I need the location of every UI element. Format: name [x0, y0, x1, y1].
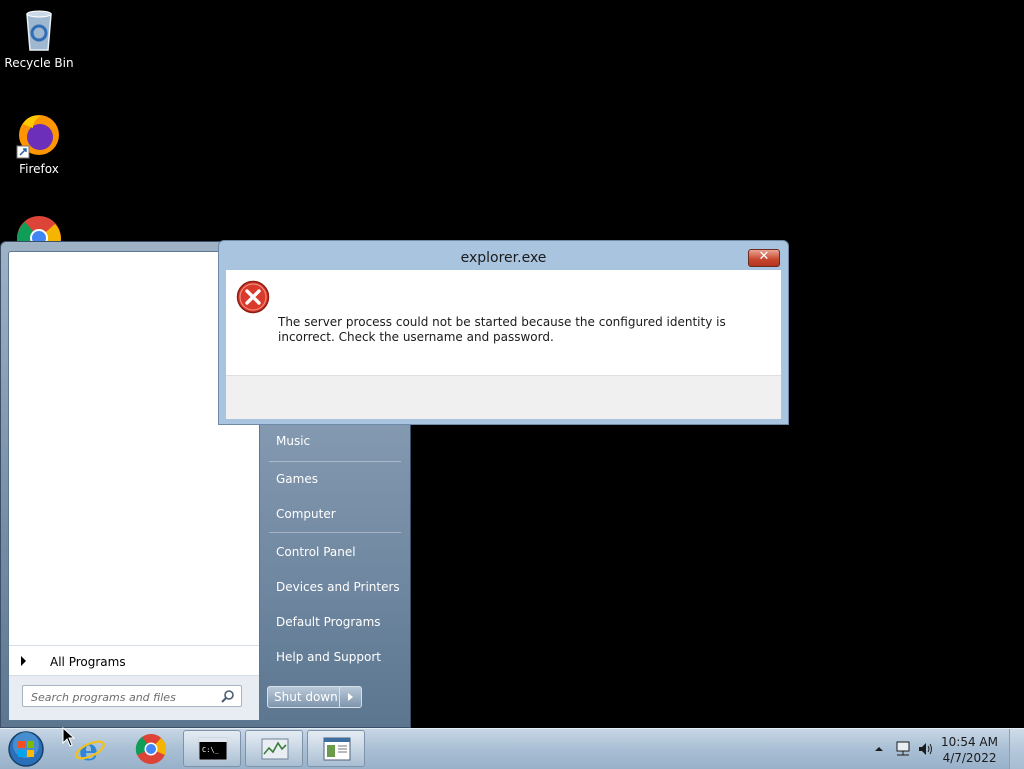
firefox-icon — [16, 115, 59, 159]
taskbar-button-task-manager[interactable] — [245, 730, 303, 767]
taskbar: e C:\_ 10:54 AM 4/7/2022 — [0, 728, 1024, 769]
start-item-label: Music — [276, 434, 311, 448]
taskbar-button-command-prompt[interactable]: C:\_ — [183, 730, 241, 767]
start-item-label: Devices and Printers — [276, 580, 400, 594]
system-tray: 10:54 AM 4/7/2022 — [864, 729, 1024, 769]
divider — [269, 461, 401, 462]
shutdown-label: Shut down — [274, 690, 338, 704]
dialog-message: The server process could not be started … — [278, 315, 726, 344]
shutdown-options-arrow[interactable] — [339, 687, 361, 707]
start-item-label: Computer — [276, 507, 336, 521]
dialog-title: explorer.exe — [460, 250, 547, 266]
window-app-icon — [323, 737, 351, 761]
volume-icon[interactable] — [917, 740, 935, 758]
desktop-icon-firefox[interactable]: Firefox — [1, 110, 77, 176]
start-item-label: Help and Support — [276, 650, 381, 664]
clock-time: 10:54 AM — [941, 735, 998, 749]
start-item-music[interactable]: Music — [269, 428, 404, 454]
chrome-icon — [135, 734, 167, 764]
show-hidden-icons-icon[interactable] — [874, 744, 884, 754]
desktop-icon-recycle-bin[interactable]: Recycle Bin — [1, 6, 77, 70]
recycle-bin-icon — [26, 10, 52, 51]
divider — [269, 532, 401, 533]
task-manager-icon — [261, 738, 289, 760]
svg-text:C:\_: C:\_ — [202, 746, 220, 754]
start-item-devices-and-printers[interactable]: Devices and Printers — [269, 574, 404, 600]
dialog-body: The server process could not be started … — [226, 270, 781, 375]
start-item-label: Games — [276, 472, 318, 486]
start-button[interactable] — [5, 730, 47, 768]
shutdown-button[interactable]: Shut down — [267, 686, 362, 708]
error-icon — [236, 280, 270, 314]
show-desktop-button[interactable] — [1009, 729, 1024, 769]
clock[interactable]: 10:54 AM 4/7/2022 — [941, 734, 998, 766]
search-icon[interactable] — [221, 689, 235, 703]
start-item-label: Control Panel — [276, 545, 356, 559]
arrow-right-icon — [21, 656, 26, 666]
start-item-control-panel[interactable]: Control Panel — [269, 539, 404, 565]
clock-date: 4/7/2022 — [942, 751, 997, 765]
taskbar-pin-chrome[interactable] — [121, 730, 179, 767]
error-dialog: explorer.exe ✕ The server process could … — [218, 240, 789, 425]
start-item-computer[interactable]: Computer — [269, 501, 404, 527]
dialog-footer — [226, 375, 781, 419]
start-item-help-and-support[interactable]: Help and Support — [269, 644, 404, 670]
start-item-label: Default Programs — [276, 615, 381, 629]
all-programs-button[interactable]: All Programs — [9, 645, 259, 678]
taskbar-button-window-app[interactable] — [307, 730, 365, 767]
internet-explorer-icon: e — [75, 733, 105, 765]
network-icon[interactable] — [894, 740, 912, 758]
search-box[interactable] — [22, 685, 242, 707]
search-input[interactable] — [29, 687, 223, 707]
start-item-default-programs[interactable]: Default Programs — [269, 609, 404, 635]
search-area — [9, 675, 259, 720]
desktop-icon-label: Firefox — [19, 162, 59, 176]
all-programs-label: All Programs — [50, 655, 126, 669]
close-button[interactable]: ✕ — [748, 249, 780, 267]
close-icon: ✕ — [758, 249, 770, 264]
desktop-icon-label: Recycle Bin — [4, 56, 74, 70]
command-prompt-icon: C:\_ — [198, 737, 228, 761]
chrome-icon — [17, 216, 61, 244]
start-item-games[interactable]: Games — [269, 466, 404, 492]
desktop-icon-chrome[interactable] — [1, 214, 77, 244]
mouse-cursor-icon — [62, 727, 76, 747]
